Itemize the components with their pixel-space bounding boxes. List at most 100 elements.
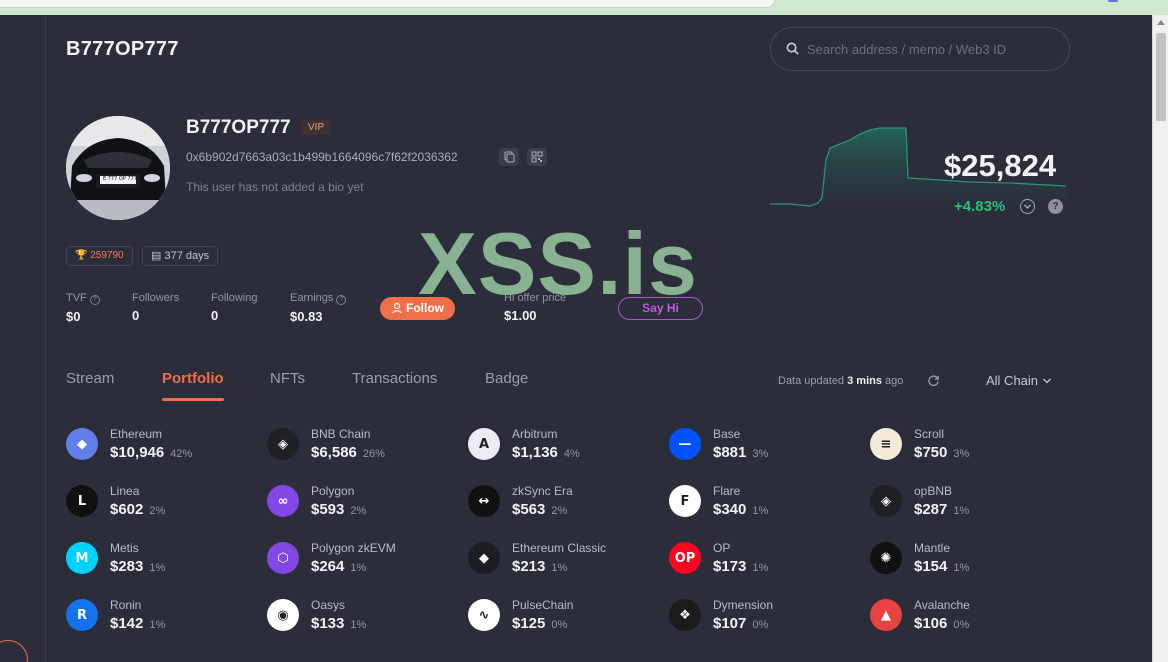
help-icon[interactable]: ? xyxy=(89,295,100,305)
chain-item[interactable]: ↔ zkSync Era $563 2% xyxy=(468,483,668,523)
chain-item[interactable]: ⬡ Polygon zkEVM $264 1% xyxy=(267,540,467,580)
chain-amount-value: $340 xyxy=(713,501,747,518)
tab-portfolio[interactable]: Portfolio xyxy=(162,370,224,401)
help-icon[interactable]: ? xyxy=(1048,199,1063,214)
chain-amount: $125 0% xyxy=(512,615,567,632)
chain-amount: $287 1% xyxy=(914,501,969,518)
chain-name: Polygon zkEVM xyxy=(311,541,396,555)
search-icon xyxy=(786,42,799,55)
metis-icon: M xyxy=(66,542,98,574)
chain-item[interactable]: ∿ PulseChain $125 0% xyxy=(468,597,668,637)
tab-stream[interactable]: Stream xyxy=(66,370,114,387)
chain-amount-value: $106 xyxy=(914,615,948,632)
chain-item[interactable]: ∞ Polygon $593 2% xyxy=(267,483,467,523)
chain-name: Base xyxy=(713,427,741,441)
chain-amount: $602 2% xyxy=(110,501,165,518)
stat-label: TVF xyxy=(66,292,87,304)
rank-value: 259790 xyxy=(90,250,124,261)
chain-item[interactable]: R Ronin $142 1% xyxy=(66,597,266,637)
chain-amount-value: $264 xyxy=(311,558,345,575)
follow-button[interactable]: Follow xyxy=(380,297,455,320)
tab-nfts[interactable]: NFTs xyxy=(270,370,305,387)
chain-item[interactable]: A Arbitrum $1,136 4% xyxy=(468,426,668,466)
floating-button[interactable] xyxy=(0,640,28,662)
updated-time: 3 mins xyxy=(847,375,882,387)
ethereum-icon: ◆ xyxy=(66,428,98,460)
qr-code-button[interactable] xyxy=(527,148,547,166)
chain-item[interactable]: ◆ Ethereum Classic $213 1% xyxy=(468,540,668,580)
scrollbar-thumb[interactable] xyxy=(1156,33,1166,121)
help-icon[interactable]: ? xyxy=(336,295,347,305)
chain-name: Ethereum xyxy=(110,427,163,441)
avatar: Е 777 ОР 777 xyxy=(66,116,170,220)
chain-name: Oasys xyxy=(311,598,346,612)
chain-name: opBNB xyxy=(914,484,953,498)
days-badge: ▤ 377 days xyxy=(142,246,219,266)
chain-amount: $283 1% xyxy=(110,558,165,575)
chain-amount: $142 1% xyxy=(110,615,165,632)
chain-amount: $340 1% xyxy=(713,501,768,518)
scroll-icon: ≡ xyxy=(870,428,902,460)
chain-item[interactable]: ▲ Avalanche $106 0% xyxy=(870,597,1070,637)
stat-following[interactable]: Following 0 xyxy=(211,292,257,323)
chain-item[interactable]: F Flare $340 1% xyxy=(669,483,869,523)
refresh-icon[interactable] xyxy=(927,374,940,387)
chain-name: Metis xyxy=(110,541,139,555)
browser-address-bar[interactable] xyxy=(0,0,775,8)
tab-badge[interactable]: Badge xyxy=(485,370,528,387)
bnb-icon: ◈ xyxy=(267,428,299,460)
chain-item[interactable]: — Base $881 3% xyxy=(669,426,869,466)
trophy-icon: 🏆 xyxy=(75,250,88,261)
chain-percent: 1% xyxy=(752,505,769,517)
chain-amount: $593 2% xyxy=(311,501,366,518)
flare-icon: F xyxy=(669,485,701,517)
chain-amount: $1,136 4% xyxy=(512,444,580,461)
chain-item[interactable]: ✺ Mantle $154 1% xyxy=(870,540,1070,580)
stat-followers[interactable]: Followers 0 xyxy=(132,292,179,323)
chain-amount: $173 1% xyxy=(713,558,768,575)
chain-percent: 3% xyxy=(953,448,970,460)
base-icon: — xyxy=(669,428,701,460)
chain-filter-select[interactable]: All Chain xyxy=(986,373,1052,388)
chain-item[interactable]: ≡ Scroll $750 3% xyxy=(870,426,1070,466)
chain-item[interactable]: ◈ opBNB $287 1% xyxy=(870,483,1070,523)
tab-transactions[interactable]: Transactions xyxy=(352,370,437,387)
profile-bio: This user has not added a bio yet xyxy=(186,180,364,194)
chain-name: Ethereum Classic xyxy=(512,541,607,555)
page-scrollbar[interactable] xyxy=(1152,15,1168,662)
chain-item[interactable]: L Linea $602 2% xyxy=(66,483,266,523)
chevron-down-icon[interactable] xyxy=(1020,199,1035,214)
chain-name: Avalanche xyxy=(914,598,970,612)
chain-item[interactable]: ◆ Ethereum $10,946 42% xyxy=(66,426,266,466)
chain-name: PulseChain xyxy=(512,598,574,612)
chain-item[interactable]: M Metis $283 1% xyxy=(66,540,266,580)
stat-value: 0 xyxy=(132,308,140,323)
chain-percent: 4% xyxy=(563,448,580,460)
chain-amount: $750 3% xyxy=(914,444,969,461)
chain-percent: 3% xyxy=(752,448,769,460)
chain-name: Scroll xyxy=(914,427,945,441)
chain-percent: 1% xyxy=(350,562,367,574)
left-divider xyxy=(45,15,46,662)
chain-item[interactable]: ◈ BNB Chain $6,586 26% xyxy=(267,426,467,466)
chain-item[interactable]: ❖ Dymension $107 0% xyxy=(669,597,869,637)
chain-item[interactable]: ◉ Oasys $133 1% xyxy=(267,597,467,637)
chain-item[interactable]: OP OP $173 1% xyxy=(669,540,869,580)
rank-badge: 🏆 259790 xyxy=(66,246,133,266)
chain-amount-value: $283 xyxy=(110,558,144,575)
chain-percent: 26% xyxy=(362,448,385,460)
browser-indicator xyxy=(1108,0,1118,2)
search-input[interactable]: Search address / memo / Web3 ID xyxy=(807,42,1006,57)
scroll-up-arrow-icon[interactable] xyxy=(1157,20,1165,25)
op-icon: OP xyxy=(669,542,701,574)
search-box[interactable]: Search address / memo / Web3 ID xyxy=(770,27,1070,71)
say-hi-button[interactable]: Say Hi xyxy=(618,297,703,320)
chain-amount-value: $133 xyxy=(311,615,345,632)
chain-name: Ronin xyxy=(110,598,142,612)
stat-tvf: TVF? $0 xyxy=(66,292,100,324)
stat-label: Followers xyxy=(132,292,180,304)
chain-percent: 1% xyxy=(551,562,568,574)
copy-address-button[interactable] xyxy=(499,148,519,166)
chain-amount: $6,586 26% xyxy=(311,444,385,461)
chain-percent: 1% xyxy=(953,505,970,517)
